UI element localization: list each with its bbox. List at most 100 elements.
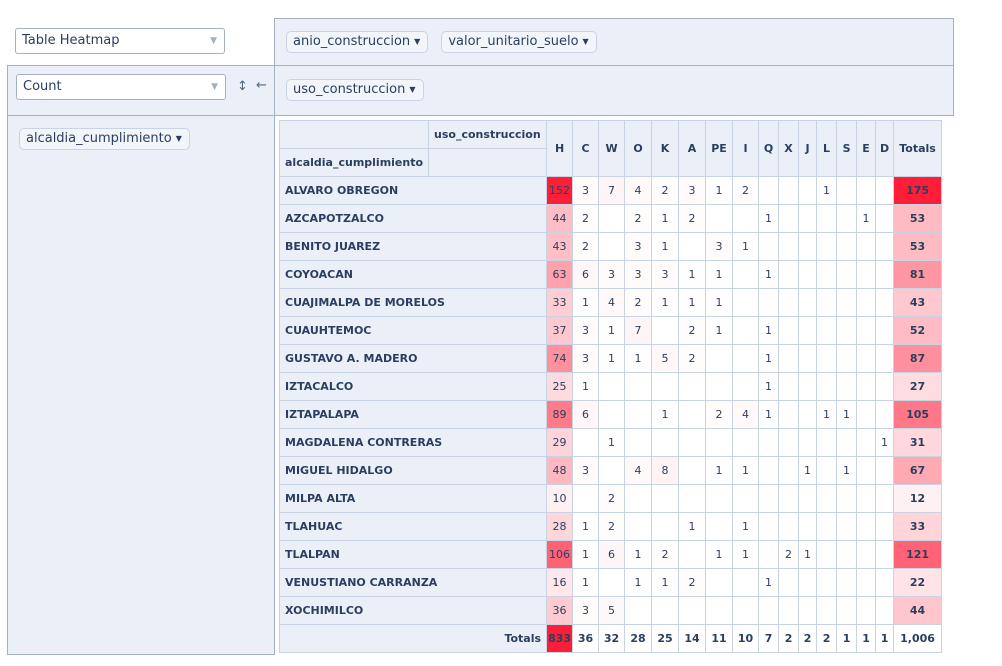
table-cell [798,176,818,205]
row-header: BENITO JUAREZ [278,232,548,261]
row-header: TLAHUAC [278,512,548,541]
field-pill-label: uso_construccion [293,82,406,97]
table-row: BENITO JUAREZ 43 2 3 1 3 1 53 [278,232,943,261]
sort-toggle-icon[interactable]: ↕ [237,79,248,94]
table-cell: 1 [572,512,600,541]
table-cell [836,176,858,205]
column-header: PE [705,120,734,177]
row-fields-panel[interactable]: uso_construccion ▼ [274,65,954,116]
table-cell: 1 [624,568,653,597]
triangle-down-icon[interactable]: ▼ [583,37,589,46]
table-cell [798,596,818,625]
table-cell: 36 [546,596,574,625]
field-pill-label: alcaldia_cumplimiento [26,131,172,146]
table-row: GUSTAVO A. MADERO 74 3 1 1 5 2 1 87 [278,344,943,373]
table-cell [836,484,858,513]
table-cell [598,204,626,233]
column-header: X [778,120,800,177]
field-pill[interactable]: uso_construccion ▼ [286,79,424,101]
table-cell [856,400,877,429]
table-cell [624,372,653,401]
renderer-select[interactable]: Table Heatmap ▼ [15,28,225,54]
field-pill[interactable]: valor_unitario_suelo ▼ [441,31,597,53]
triangle-down-icon[interactable]: ▼ [409,85,415,94]
table-cell [816,288,838,317]
row-header: COYOACAN [278,260,548,289]
table-cell [758,540,780,569]
table-cell [816,568,838,597]
column-header: C [572,120,600,177]
table-cell [875,288,895,317]
row-header: VENUSTIANO CARRANZA [278,568,548,597]
table-cell [758,176,780,205]
table-cell: 37 [546,316,574,345]
table-cell [875,344,895,373]
table-cell [598,232,626,261]
table-cell: 1 [732,456,760,485]
table-cell [836,204,858,233]
triangle-down-icon[interactable]: ▼ [176,134,182,143]
row-total: 44 [893,596,943,625]
table-cell: 1 [816,400,838,429]
table-cell [856,232,877,261]
table-cell [798,372,818,401]
table-cell [624,428,653,457]
table-cell: 89 [546,400,574,429]
row-header: CUAJIMALPA DE MORELOS [278,288,548,317]
order-toggle-icon[interactable]: ← [256,78,267,93]
table-cell [856,568,877,597]
table-cell [816,540,838,569]
table-cell [705,568,734,597]
table-row: TLAHUAC 28 1 2 1 1 33 [278,512,943,541]
table-cell [798,288,818,317]
table-row: TLALPAN 106 1 6 1 2 1 1 2 1 121 [278,540,943,569]
field-pill[interactable]: alcaldia_cumplimiento ▼ [19,128,190,150]
table-cell [816,344,838,373]
table-cell [732,428,760,457]
table-cell [875,596,895,625]
table-cell [856,176,877,205]
triangle-down-icon[interactable]: ▼ [414,37,420,46]
table-cell [875,316,895,345]
table-cell: 1 [651,288,680,317]
table-cell [572,428,600,457]
field-pill-label: anio_construccion [293,34,411,49]
column-total: 10 [732,624,760,653]
table-cell [816,428,838,457]
table-cell [875,400,895,429]
column-fields-panel[interactable]: anio_construccion ▼ valor_unitario_suelo ▼ [274,18,954,66]
table-cell [732,568,760,597]
table-cell [798,428,818,457]
table-cell: 2 [732,176,760,205]
table-cell [798,232,818,261]
table-cell: 1 [598,316,626,345]
table-cell [758,232,780,261]
aggregator-select[interactable]: Count ▼ [16,74,226,100]
table-cell [624,596,653,625]
field-pill[interactable]: anio_construccion ▼ [286,31,429,53]
table-cell [651,596,680,625]
unused-fields-panel[interactable]: alcaldia_cumplimiento ▼ [7,115,275,655]
table-cell: 74 [546,344,574,373]
row-total: 12 [893,484,943,513]
column-header: H [546,120,574,177]
table-cell [875,568,895,597]
table-cell [778,232,800,261]
table-cell [678,456,707,485]
column-total: 2 [778,624,800,653]
table-cell [705,596,734,625]
table-cell [778,288,800,317]
table-cell: 1 [705,260,734,289]
row-total: 31 [893,428,943,457]
table-cell [705,428,734,457]
table-cell: 1 [758,400,780,429]
table-cell: 2 [778,540,800,569]
table-cell [856,372,877,401]
table-cell: 1 [651,568,680,597]
table-cell: 3 [705,232,734,261]
table-cell: 1 [758,260,780,289]
table-cell [836,428,858,457]
table-cell: 1 [572,568,600,597]
row-total: 87 [893,344,943,373]
table-cell [778,260,800,289]
